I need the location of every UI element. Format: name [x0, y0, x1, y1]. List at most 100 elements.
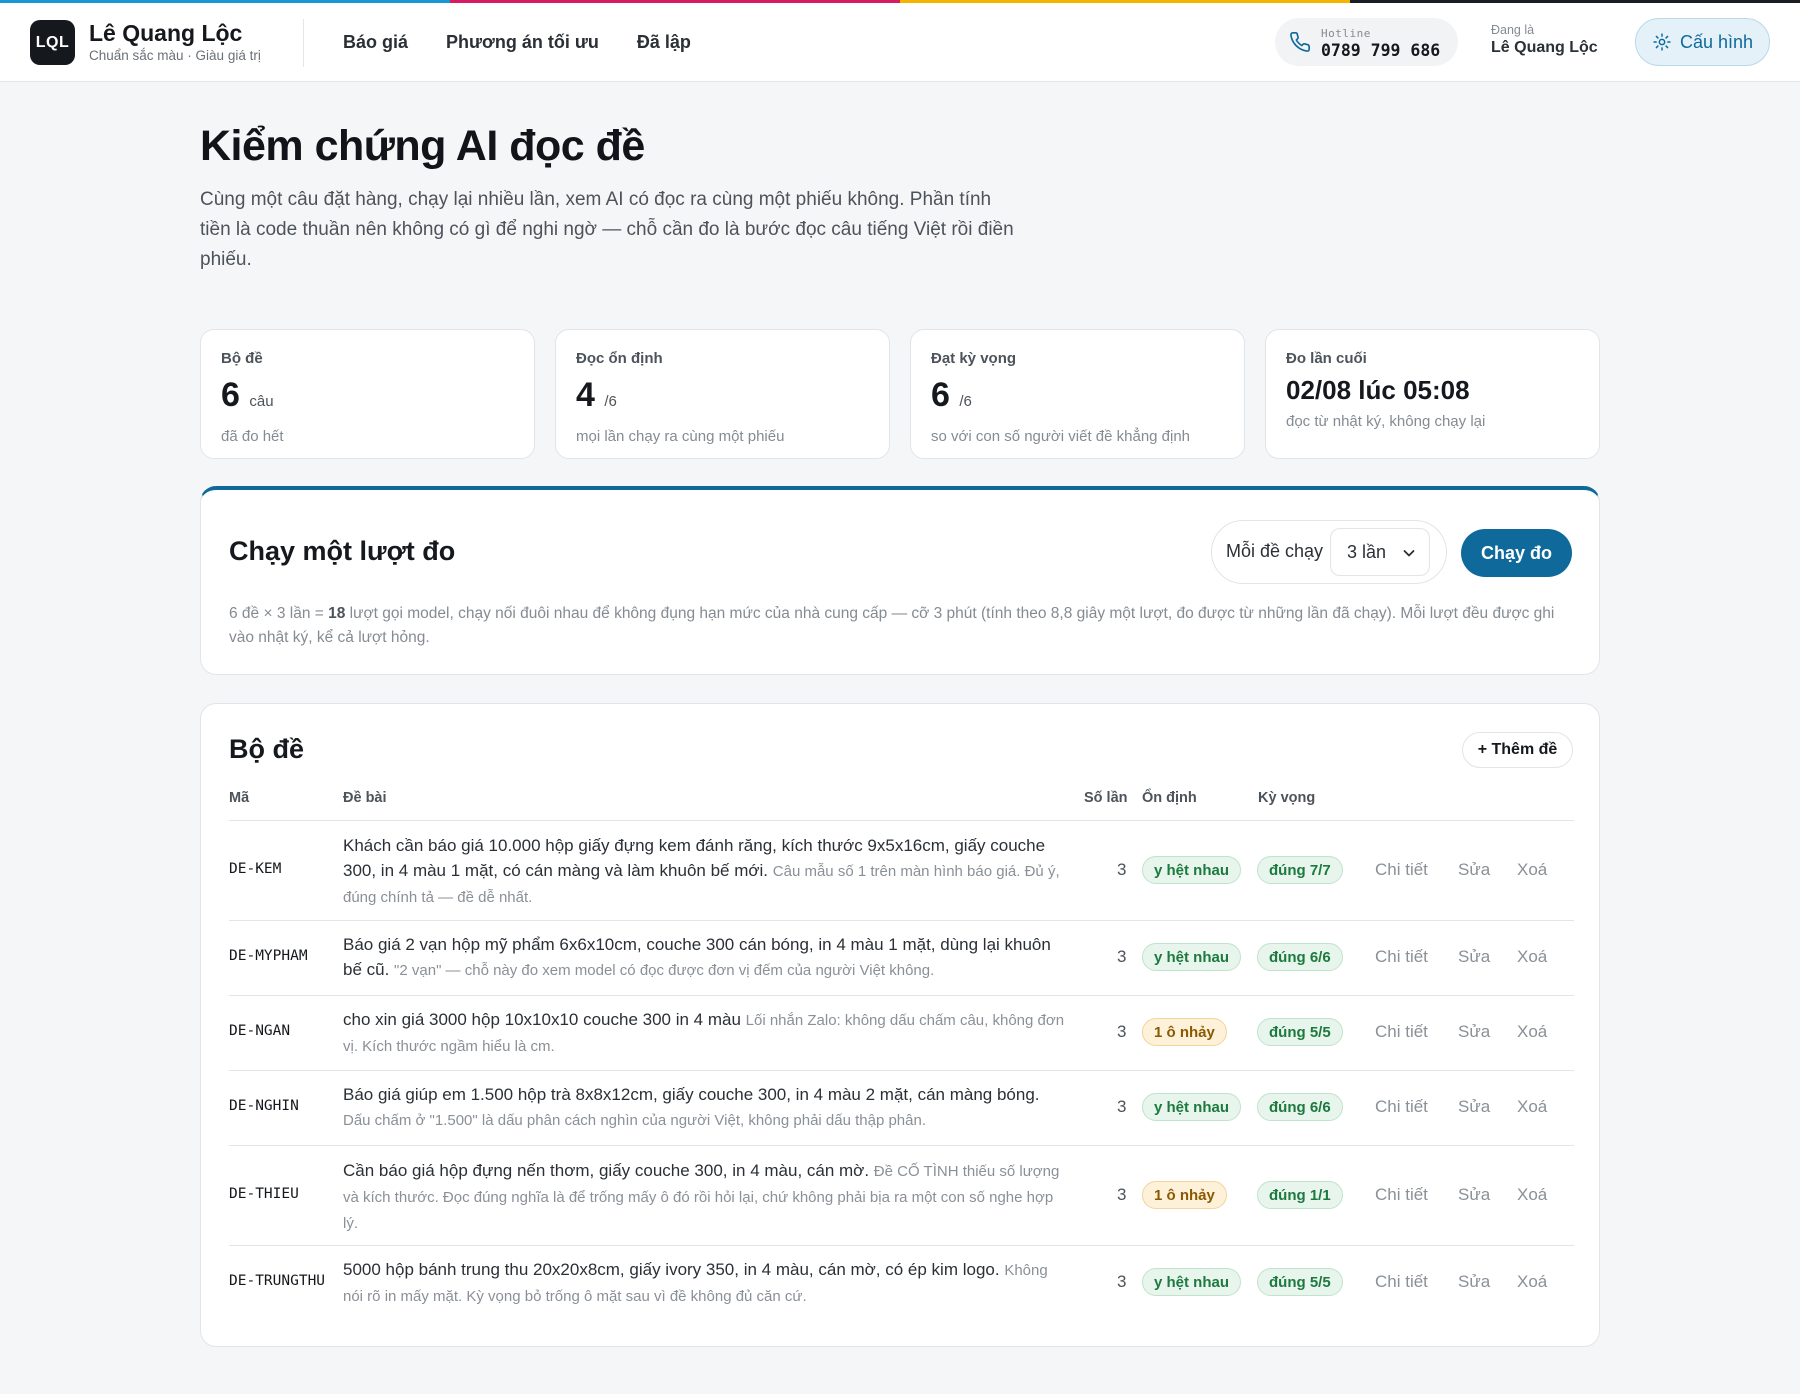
- hotline-number[interactable]: 0789 799 686: [1321, 41, 1440, 60]
- page-description: Cùng một câu đặt hàng, chạy lại nhiều lầ…: [200, 189, 1014, 270]
- nav-bao-gia[interactable]: Báo giá: [343, 32, 408, 53]
- run-panel-title: Chạy một lượt đo: [229, 536, 456, 566]
- expectation-badge: đúng 7/7: [1257, 856, 1343, 884]
- delete-link[interactable]: Xoá: [1517, 947, 1547, 967]
- delete-link[interactable]: Xoá: [1517, 860, 1547, 880]
- expectation-badge: đúng 1/1: [1257, 1181, 1343, 1209]
- header-divider: [303, 19, 304, 67]
- current-user-name: Lê Quang Lộc: [1491, 39, 1598, 56]
- table-row[interactable]: DE-NGAN cho xin giá 3000 hộp 10x10x10 co…: [229, 996, 1574, 1071]
- question-set-title: Bộ đề: [229, 734, 305, 764]
- question-runs: 3: [1117, 860, 1127, 879]
- edit-link[interactable]: Sửa: [1458, 1185, 1490, 1205]
- delete-link[interactable]: Xoá: [1517, 1185, 1547, 1205]
- edit-link[interactable]: Sửa: [1458, 860, 1490, 880]
- stat-note: mọi lần chạy ra cùng một phiếu: [576, 428, 785, 445]
- delete-link[interactable]: Xoá: [1517, 1272, 1547, 1292]
- current-user: Đang là Lê Quang Lộc: [1491, 23, 1598, 57]
- stat-card-last-run: Đo lần cuối 02/08 lúc 05:08 đọc từ nhật …: [1265, 329, 1600, 459]
- hotline-box[interactable]: Hotline 0789 799 686: [1275, 18, 1458, 66]
- table-row[interactable]: DE-MYPHAM Báo giá 2 vạn hộp mỹ phẩm 6x6x…: [229, 921, 1574, 996]
- run-desc-part: 6 đề × 3 lần =: [229, 605, 329, 622]
- top-header: LQL Lê Quang Lộc Chuẩn sắc màu · Giàu gi…: [0, 3, 1800, 82]
- question-note: Dấu chấm ở "1.500" là dấu phân cách nghì…: [343, 1112, 927, 1129]
- question-code: DE-NGHIN: [229, 1098, 299, 1114]
- stat-number: 6: [931, 376, 950, 414]
- runs-per-question-select[interactable]: 3 lần: [1330, 528, 1430, 576]
- table-row[interactable]: DE-TRUNGTHU 5000 hộp bánh trung thu 20x2…: [229, 1246, 1574, 1321]
- stat-card-stable: Đọc ổn định 4 /6 mọi lần chạy ra cùng mộ…: [555, 329, 890, 459]
- delete-link[interactable]: Xoá: [1517, 1022, 1547, 1042]
- question-prompt: Báo giá giúp em 1.500 hộp trà 8x8x12cm, …: [343, 1082, 1068, 1133]
- stat-value: 6 /6: [931, 377, 1224, 420]
- hotline-label: Hotline: [1321, 27, 1371, 40]
- delete-link[interactable]: Xoá: [1517, 1097, 1547, 1117]
- edit-link[interactable]: Sửa: [1458, 947, 1490, 967]
- config-button[interactable]: Cấu hình: [1635, 18, 1770, 66]
- column-header-runs: Số lần: [1084, 790, 1128, 806]
- column-header-expectation: Kỳ vọng: [1258, 790, 1316, 806]
- column-header-prompt: Đề bài: [343, 790, 387, 806]
- phone-icon: [1290, 32, 1310, 52]
- nav-da-lap[interactable]: Đã lập: [637, 32, 691, 53]
- table-row[interactable]: DE-THIEU Cần báo giá hộp đựng nến thơm, …: [229, 1146, 1574, 1246]
- brand-logo[interactable]: LQL: [30, 20, 75, 65]
- question-runs: 3: [1117, 1097, 1127, 1116]
- question-runs: 3: [1117, 947, 1127, 966]
- question-code: DE-MYPHAM: [229, 948, 308, 964]
- stat-number: 6: [221, 376, 240, 414]
- question-set-panel: Bộ đề + Thêm đề Mã Đề bài Số lần Ổn định…: [200, 703, 1600, 1347]
- stat-number: 4: [576, 376, 595, 414]
- gear-icon: [1653, 33, 1671, 51]
- stat-value: 6 câu: [221, 377, 514, 420]
- column-header-code: Mã: [229, 790, 250, 806]
- stat-label: Bộ đề: [221, 350, 263, 367]
- stat-note: so với con số người viết đề khẳng định: [931, 428, 1191, 445]
- question-prompt: 5000 hộp bánh trung thu 20x20x8cm, giấy …: [343, 1257, 1068, 1309]
- edit-link[interactable]: Sửa: [1458, 1272, 1490, 1292]
- stability-badge: 1 ô nhảy: [1142, 1018, 1227, 1046]
- detail-link[interactable]: Chi tiết: [1375, 1272, 1428, 1292]
- table-row[interactable]: DE-KEM Khách cần báo giá 10.000 hộp giấy…: [229, 821, 1574, 921]
- question-text: Cần báo giá hộp đựng nến thơm, giấy couc…: [343, 1161, 870, 1180]
- nav-phuong-an-toi-uu[interactable]: Phương án tối ưu: [446, 32, 599, 53]
- brand-name[interactable]: Lê Quang Lộc: [89, 20, 242, 47]
- stat-unit: câu: [249, 393, 274, 410]
- stability-badge: y hệt nhau: [1142, 1268, 1242, 1296]
- stat-card-question-set: Bộ đề 6 câu đã đo hết: [200, 329, 535, 459]
- stability-badge: y hệt nhau: [1142, 856, 1242, 884]
- stat-label: Đọc ổn định: [576, 350, 663, 367]
- question-prompt: Báo giá 2 vạn hộp mỹ phẩm 6x6x10cm, couc…: [343, 932, 1068, 983]
- expectation-badge: đúng 6/6: [1257, 1093, 1343, 1121]
- question-code: DE-KEM: [229, 861, 282, 877]
- edit-link[interactable]: Sửa: [1458, 1022, 1490, 1042]
- detail-link[interactable]: Chi tiết: [1375, 860, 1428, 880]
- chevron-down-icon: [1403, 550, 1415, 557]
- detail-link[interactable]: Chi tiết: [1375, 1097, 1428, 1117]
- question-runs: 3: [1117, 1022, 1127, 1041]
- detail-link[interactable]: Chi tiết: [1375, 1185, 1428, 1205]
- detail-link[interactable]: Chi tiết: [1375, 1022, 1428, 1042]
- table-row[interactable]: DE-NGHIN Báo giá giúp em 1.500 hộp trà 8…: [229, 1071, 1574, 1146]
- run-desc-part: lượt gọi model, chạy nối đuôi nhau để kh…: [229, 605, 1555, 646]
- question-runs: 3: [1117, 1272, 1127, 1291]
- stat-label: Đo lần cuối: [1286, 350, 1367, 367]
- stat-unit: /6: [604, 393, 617, 410]
- run-description: 6 đề × 3 lần = 18 lượt gọi model, chạy n…: [229, 602, 1574, 650]
- run-panel: Chạy một lượt đo Mỗi đề chạy 3 lần Chạy …: [200, 486, 1600, 675]
- question-prompt: Cần báo giá hộp đựng nến thơm, giấy couc…: [343, 1158, 1068, 1236]
- stability-badge: y hệt nhau: [1142, 943, 1242, 971]
- question-code: DE-NGAN: [229, 1023, 291, 1039]
- expectation-badge: đúng 5/5: [1257, 1268, 1343, 1296]
- add-question-button[interactable]: + Thêm đề: [1462, 732, 1573, 768]
- detail-link[interactable]: Chi tiết: [1375, 947, 1428, 967]
- edit-link[interactable]: Sửa: [1458, 1097, 1490, 1117]
- brand-tagline: Chuẩn sắc màu · Giàu giá trị: [89, 48, 261, 63]
- stability-badge: 1 ô nhảy: [1142, 1181, 1227, 1209]
- current-user-label: Đang là: [1491, 23, 1535, 37]
- run-measure-button[interactable]: Chạy đo: [1461, 529, 1572, 577]
- config-button-label: Cấu hình: [1679, 31, 1754, 52]
- stat-note: đọc từ nhật ký, không chạy lại: [1286, 413, 1486, 430]
- question-runs: 3: [1117, 1185, 1127, 1204]
- main-nav: Báo giá Phương án tối ưu Đã lập: [343, 32, 691, 53]
